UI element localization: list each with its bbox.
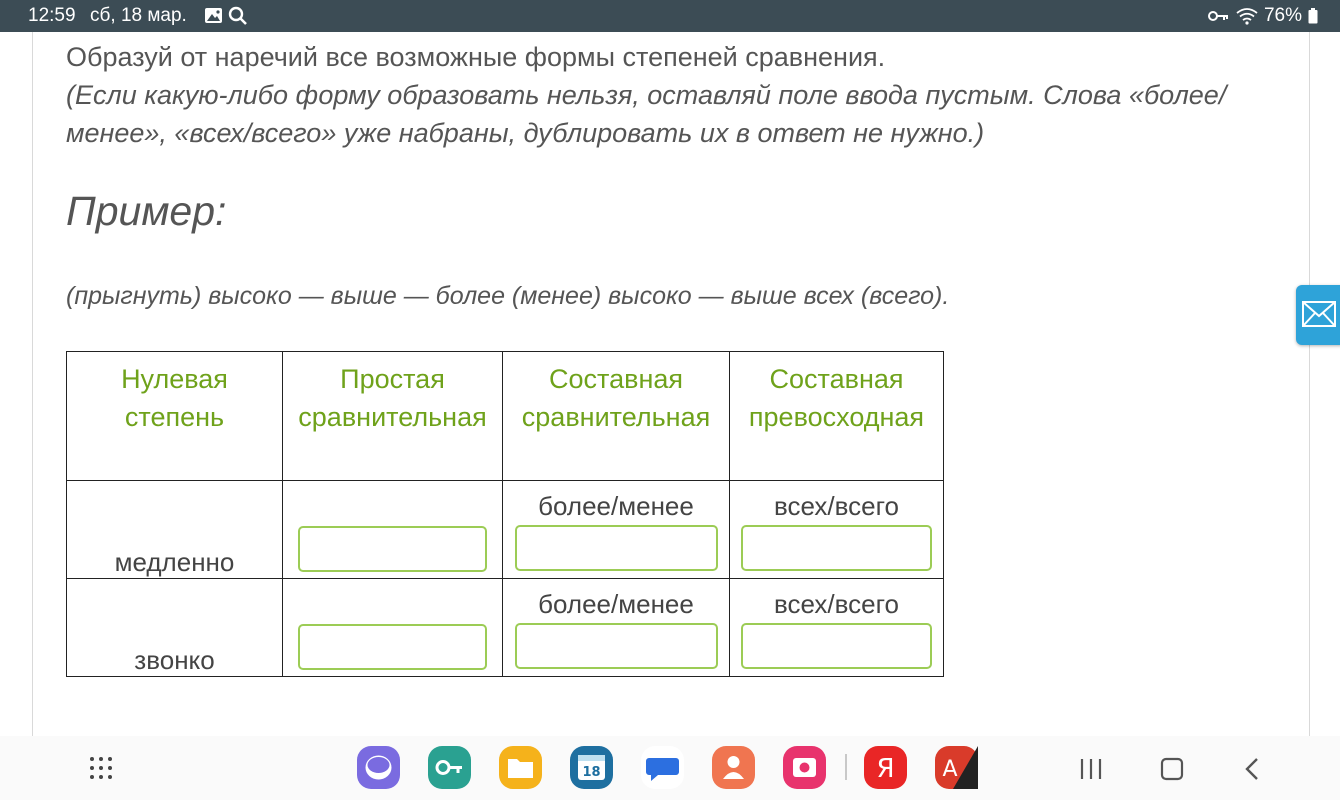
compound-superlative-input[interactable] xyxy=(741,623,932,669)
yandex-browser-icon[interactable]: Я xyxy=(864,746,907,789)
exercise-page: Образуй от наречий все возможные формы с… xyxy=(32,32,1310,736)
header-zero-degree: Нулевая степень xyxy=(66,351,283,481)
degrees-table: Нулевая степень Простая сравнительная Со… xyxy=(66,351,944,677)
contacts-icon[interactable] xyxy=(712,746,755,789)
dock-divider xyxy=(845,754,847,780)
samsung-internet-icon[interactable] xyxy=(357,746,400,789)
search-icon xyxy=(228,6,247,25)
screen-recorder-icon[interactable] xyxy=(783,746,826,789)
yandex-letter: Я xyxy=(876,754,894,784)
feedback-mail-tab[interactable] xyxy=(1296,285,1340,345)
compound-comparative-input[interactable] xyxy=(514,623,718,669)
battery-icon xyxy=(1308,8,1318,24)
my-files-icon[interactable] xyxy=(499,746,542,789)
superlative-prefix: всех/всего xyxy=(774,491,899,521)
mail-icon xyxy=(1302,301,1336,327)
status-right: 76% xyxy=(1207,5,1318,27)
wifi-icon xyxy=(1236,8,1258,25)
simple-comparative-input[interactable] xyxy=(298,526,487,572)
superlative-prefix: всех/всего xyxy=(774,589,899,619)
header-compound-superlative: Составная превосходная xyxy=(729,351,944,481)
translate-letter: A xyxy=(942,757,957,782)
header-simple-comparative: Простая сравнительная xyxy=(282,351,503,481)
status-bar: 12:59 сб, 18 мар. 76% xyxy=(0,0,1340,32)
navigation-bar: 18 Я A xyxy=(0,736,1340,800)
compound-comparative-input[interactable] xyxy=(514,525,718,571)
battery-percent: 76% xyxy=(1263,5,1302,26)
simple-comparative-cell xyxy=(282,480,503,579)
compound-comparative-cell: более/менее xyxy=(502,578,730,677)
table-header-row: Нулевая степень Простая сравнительная Со… xyxy=(66,351,944,481)
row-word: звонко xyxy=(66,578,283,677)
table-row: медленно более/менее всех/всего xyxy=(66,480,944,579)
example-heading: Пример: xyxy=(66,188,227,234)
vpn-key-icon xyxy=(1207,11,1228,21)
calendar-day: 18 xyxy=(582,765,600,780)
recent-apps-icon[interactable] xyxy=(1078,756,1104,782)
compound-superlative-input[interactable] xyxy=(741,525,932,571)
comparative-prefix: более/менее xyxy=(538,589,694,619)
messages-icon[interactable] xyxy=(641,746,684,789)
header-compound-comparative: Составная сравнительная xyxy=(502,351,730,481)
compound-superlative-cell: всех/всего xyxy=(729,480,944,579)
row-word: медленно xyxy=(66,480,283,579)
simple-comparative-cell xyxy=(282,578,503,677)
app-drawer-icon[interactable] xyxy=(88,755,114,781)
instruction-note: (Если какую-либо форму образовать нельзя… xyxy=(66,80,1227,148)
compound-superlative-cell: всех/всего xyxy=(729,578,944,677)
status-time: 12:59 xyxy=(28,5,76,26)
example-text: (прыгнуть) высоко — выше — более (менее)… xyxy=(66,282,950,310)
back-icon[interactable] xyxy=(1240,756,1266,782)
comparative-prefix: более/менее xyxy=(538,491,694,521)
password-manager-icon[interactable] xyxy=(428,746,471,789)
translate-icon[interactable]: A xyxy=(935,746,978,789)
home-icon[interactable] xyxy=(1159,756,1185,782)
calendar-icon[interactable]: 18 xyxy=(570,746,613,789)
compound-comparative-cell: более/менее xyxy=(502,480,730,579)
instruction-text: Образуй от наречий все возможные формы с… xyxy=(66,42,886,72)
simple-comparative-input[interactable] xyxy=(298,624,487,670)
gallery-icon xyxy=(205,8,222,23)
table-row: звонко более/менее всех/всего xyxy=(66,578,944,677)
status-date: сб, 18 мар. xyxy=(90,5,187,26)
